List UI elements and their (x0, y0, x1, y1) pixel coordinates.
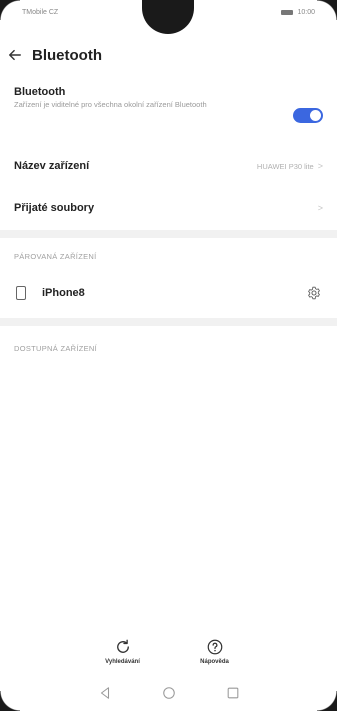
search-button[interactable]: Vyhledávání (93, 638, 153, 665)
page-title: Bluetooth (32, 46, 102, 64)
device-name-value-group: HUAWEI P30 lite > (257, 161, 323, 171)
nav-back-icon[interactable] (98, 686, 112, 700)
paired-section-label: PÁROVANÁ ZAŘÍZENÍ (14, 252, 97, 261)
nav-home-icon[interactable] (162, 686, 176, 700)
help-button[interactable]: Nápověda (185, 638, 245, 665)
paired-device-row[interactable]: iPhone8 (0, 276, 337, 310)
clock: 10:00 (297, 8, 315, 16)
gear-icon[interactable] (307, 286, 321, 300)
bluetooth-label: Bluetooth (14, 86, 66, 98)
battery-icon (281, 9, 294, 15)
search-button-label: Vyhledávání (105, 659, 140, 665)
help-button-label: Nápověda (200, 659, 229, 665)
nav-recents-icon[interactable] (226, 686, 240, 700)
bluetooth-description: Zařízení je viditelné pro všechna okolní… (14, 100, 207, 109)
section-divider (0, 318, 337, 326)
device-name-label: Název zařízení (14, 160, 90, 172)
switch-knob (310, 110, 321, 121)
screen-corner (317, 0, 337, 20)
device-name-value: HUAWEI P30 lite (256, 161, 314, 171)
carrier-label: TMobile CZ (22, 8, 59, 16)
paired-device-name: iPhone8 (42, 287, 85, 299)
chevron-right-icon: > (317, 161, 323, 171)
available-section-label: DOSTUPNÁ ZAŘÍZENÍ (14, 344, 98, 353)
chevron-right-icon: > (317, 203, 323, 213)
system-navigation-bar (0, 682, 337, 704)
help-icon (207, 639, 222, 655)
arrow-left-icon[interactable] (8, 48, 22, 62)
screen-corner (0, 691, 20, 711)
received-files-label: Přijaté soubory (14, 202, 95, 214)
camera-notch (142, 0, 194, 34)
bluetooth-toggle-row[interactable]: Bluetooth Zařízení je viditelné pro všec… (0, 86, 337, 142)
device-name-row[interactable]: Název zařízení HUAWEI P30 lite > (0, 148, 337, 184)
section-divider (0, 230, 337, 238)
smartphone-icon (16, 286, 26, 300)
bluetooth-switch[interactable] (293, 108, 323, 123)
screen-corner (0, 0, 20, 20)
app-header: Bluetooth (0, 40, 337, 70)
screen-corner (317, 691, 337, 711)
received-files-row[interactable]: Přijaté soubory > (0, 190, 337, 226)
phone-screen: TMobile CZ 10:00 Bluetooth Bluetooth Zař… (0, 0, 337, 711)
status-icons: 10:00 (281, 9, 315, 16)
refresh-icon (116, 639, 129, 653)
bottom-action-bar: Vyhledávání Nápověda (0, 638, 337, 665)
